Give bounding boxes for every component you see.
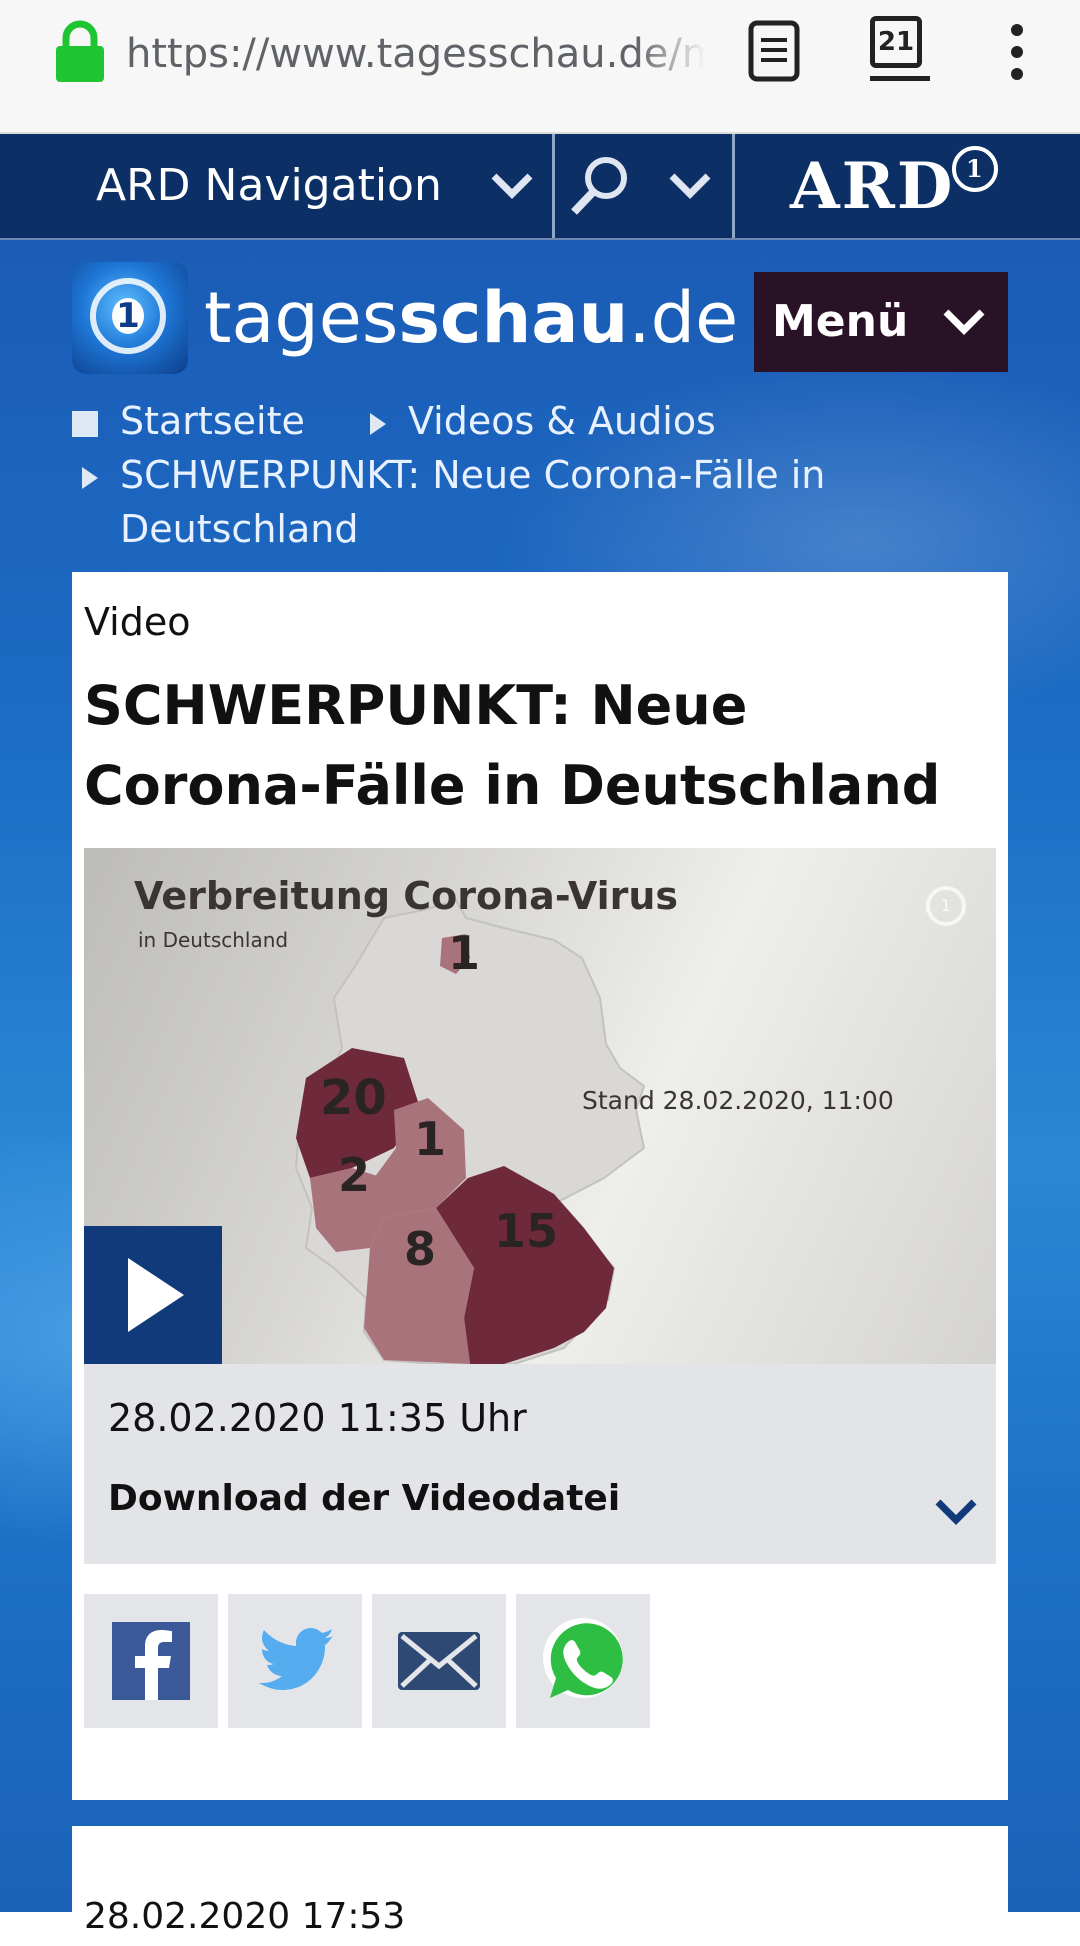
- site-logo[interactable]: tagesschau.de: [204, 268, 738, 368]
- menu-button[interactable]: Menü: [754, 272, 1008, 372]
- chevron-down-icon: [943, 309, 985, 335]
- video-player[interactable]: Verbreitung Corona-Virus in Deutschland …: [84, 848, 996, 1364]
- address-bar[interactable]: https://www.tagesschau.de/multimedia: [126, 26, 706, 82]
- share-facebook-button[interactable]: [84, 1594, 218, 1728]
- play-icon: [128, 1258, 184, 1332]
- video-map-title: Verbreitung Corona-Virus: [134, 874, 679, 918]
- share-email-button[interactable]: [372, 1594, 506, 1728]
- article-card: Video SCHWERPUNKT: Neue Corona-Fälle in …: [72, 572, 1008, 1800]
- ard-logo-text: ARD: [790, 149, 955, 224]
- video-meta: 28.02.2020 11:35 Uhr Download der Videod…: [84, 1364, 996, 1564]
- lock-icon: [56, 20, 104, 82]
- breadcrumb-current-cont: Deutschland: [120, 507, 359, 551]
- chevron-down-icon[interactable]: [666, 168, 714, 204]
- arrow-right-icon: [370, 412, 386, 435]
- menu-label: Menü: [772, 296, 909, 347]
- ard-navigation-bar: ARD Navigation ARD 1: [0, 134, 1080, 240]
- article-title: SCHWERPUNKT: Neue Corona-Fälle in Deutsc…: [84, 674, 941, 817]
- search-icon[interactable]: [566, 152, 634, 220]
- browser-toolbar: https://www.tagesschau.de/multimedia 21: [0, 0, 1080, 134]
- share-twitter-button[interactable]: [228, 1594, 362, 1728]
- chevron-down-icon[interactable]: [932, 1494, 980, 1530]
- next-article-card[interactable]: 28.02.2020 17:53: [72, 1826, 1008, 1946]
- share-whatsapp-button[interactable]: [516, 1594, 650, 1728]
- breadcrumb-current: SCHWERPUNKT: Neue Corona-Fälle in: [82, 448, 825, 502]
- map-number-bw: 8: [404, 1222, 437, 1276]
- whatsapp-icon: [543, 1618, 623, 1698]
- video-stand-text: Stand 28.02.2020, 11:00: [582, 1086, 894, 1115]
- chevron-down-icon[interactable]: [488, 168, 536, 204]
- article-kicker: Video: [84, 600, 191, 644]
- reader-mode-icon[interactable]: [748, 20, 800, 82]
- twitter-icon: [259, 1628, 334, 1690]
- breadcrumb-videos[interactable]: Videos & Audios: [370, 394, 716, 448]
- download-video-toggle[interactable]: Download der Videodatei: [108, 1478, 620, 1519]
- more-vert-icon[interactable]: [1004, 22, 1030, 82]
- ard-navigation-button[interactable]: ARD Navigation: [96, 134, 442, 238]
- map-number-hesse: 1: [414, 1112, 447, 1166]
- map-number-nrw: 20: [320, 1070, 387, 1126]
- email-icon: [398, 1632, 480, 1690]
- breadcrumb-home[interactable]: Startseite: [72, 394, 305, 448]
- video-map-subtitle: in Deutschland: [138, 928, 289, 952]
- tab-switcher-button[interactable]: 21: [870, 16, 930, 82]
- hd-channel-logo: 1: [926, 886, 966, 926]
- map-number-sh: 1: [448, 926, 481, 980]
- url-text: https://www.tagesschau.de/multimedia: [126, 31, 706, 77]
- ard-logo[interactable]: ARD 1: [790, 142, 999, 232]
- map-number-rlp: 2: [338, 1148, 371, 1202]
- map-number-bavaria: 15: [494, 1204, 559, 1258]
- next-article-timestamp: 28.02.2020 17:53: [84, 1896, 406, 1937]
- video-date: 28.02.2020 11:35 Uhr: [108, 1396, 527, 1440]
- play-button[interactable]: [84, 1226, 222, 1364]
- arrow-right-icon: [82, 466, 98, 489]
- ard-one-mark: 1: [952, 146, 999, 192]
- home-square-icon: [72, 410, 98, 437]
- tagesschau-logo-icon[interactable]: 1: [72, 262, 188, 374]
- tab-count: 21: [870, 16, 922, 68]
- facebook-icon: [112, 1622, 190, 1700]
